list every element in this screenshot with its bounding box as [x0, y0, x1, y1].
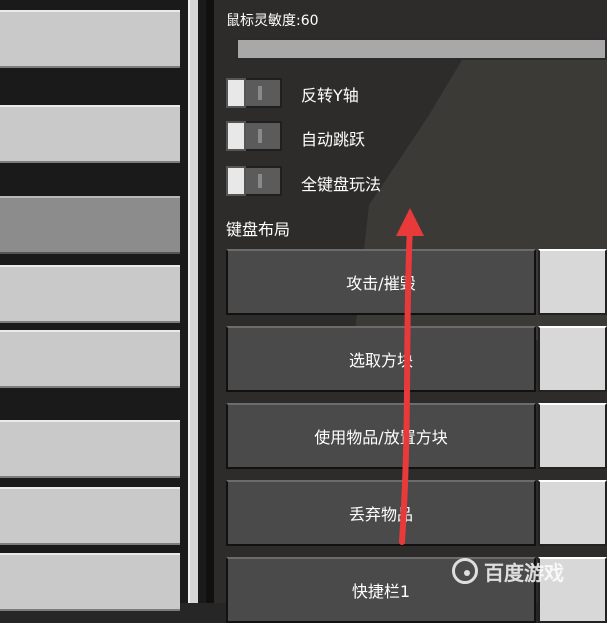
watermark: 百度游戏: [452, 554, 564, 588]
baidu-game-logo-icon: [452, 558, 478, 584]
watermark-text: 百度游戏: [484, 560, 564, 585]
annotation-arrow-icon: [396, 208, 424, 545]
